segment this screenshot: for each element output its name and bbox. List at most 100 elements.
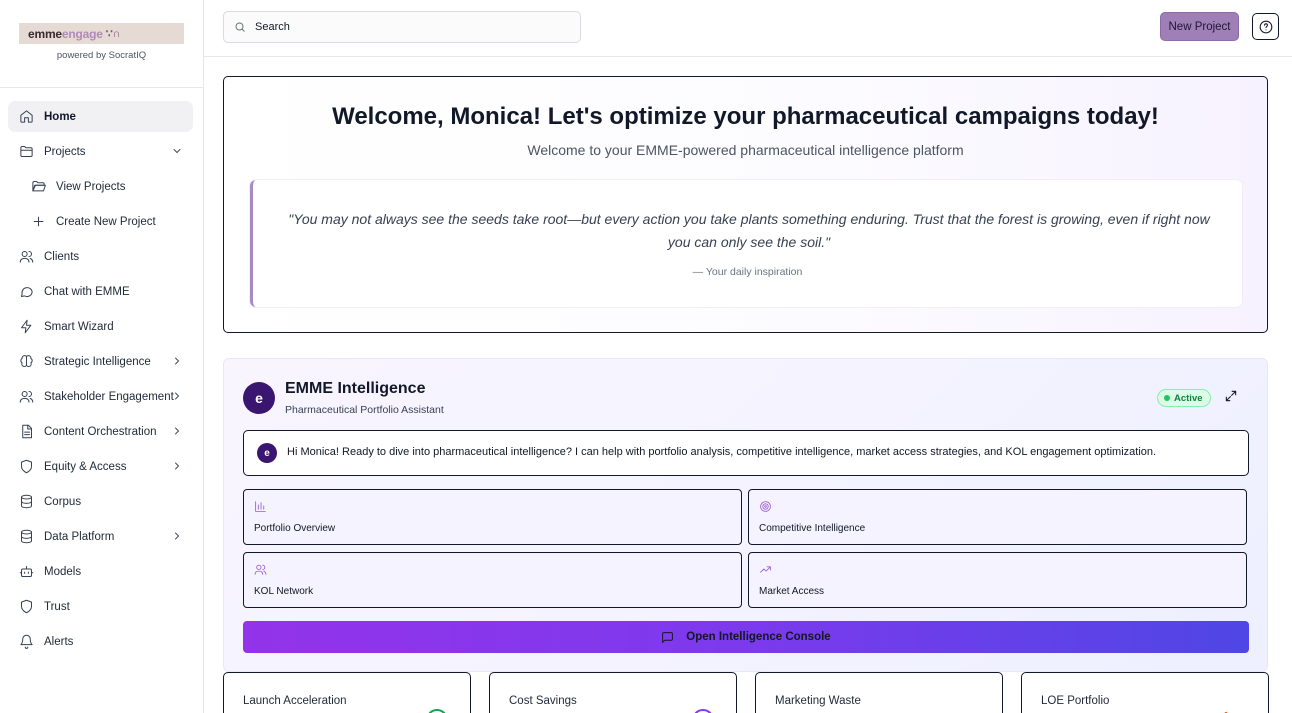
- chat-icon: [662, 631, 674, 643]
- bot-icon: [18, 564, 34, 580]
- chevron-down-icon[interactable]: [171, 145, 183, 157]
- welcome-subtitle: Welcome to your EMME-powered pharmaceuti…: [527, 142, 964, 158]
- folder-icon: [18, 144, 34, 160]
- chevron-right-icon[interactable]: [171, 355, 183, 367]
- home-icon: [18, 109, 34, 125]
- database-icon: [18, 494, 34, 510]
- metric-card-launch-acceleration[interactable]: Launch Acceleration: [223, 672, 471, 713]
- plus-icon: [30, 214, 46, 230]
- tile-label: Competitive Intelligence: [759, 523, 866, 534]
- emme-avatar: e: [243, 382, 275, 414]
- topbar: New Project: [204, 0, 1292, 57]
- logo-mark: ∵∩: [105, 28, 121, 40]
- chevron-right-icon[interactable]: [171, 425, 183, 437]
- sidebar-nav: Home Projects View Projects Create New P…: [0, 88, 203, 657]
- help-icon: [1259, 20, 1272, 33]
- sidebar-item-projects[interactable]: Projects: [8, 136, 193, 167]
- sidebar: emme engage ∵∩ powered by SocratIQ Home …: [0, 0, 204, 713]
- status-dot: [1164, 395, 1170, 401]
- sidebar-item-label: Trust: [44, 600, 70, 613]
- intelligence-subtitle: Pharmaceutical Portfolio Assistant: [285, 404, 444, 416]
- assistant-message: e Hi Monica! Ready to dive into pharmace…: [243, 430, 1249, 476]
- powered-by-text: powered by SocratIQ: [56, 50, 147, 61]
- sidebar-item-chat-with-emme[interactable]: Chat with EMME: [8, 276, 193, 307]
- sidebar-item-home[interactable]: Home: [8, 101, 193, 132]
- users-icon: [254, 563, 268, 577]
- open-intelligence-console-button[interactable]: Open Intelligence Console: [243, 621, 1249, 653]
- metric-label: Marketing Waste: [775, 695, 861, 707]
- search-input[interactable]: [255, 21, 555, 33]
- welcome-title: Welcome, Monica! Let's optimize your pha…: [332, 103, 1159, 130]
- tile-competitive-intelligence[interactable]: Competitive Intelligence: [748, 489, 1247, 545]
- sidebar-item-smart-wizard[interactable]: Smart Wizard: [8, 311, 193, 342]
- sidebar-item-label: Data Platform: [44, 530, 115, 543]
- chat-icon: [18, 284, 34, 300]
- metric-icon: [692, 709, 714, 713]
- logo-area: emme engage ∵∩ powered by SocratIQ: [0, 0, 203, 88]
- help-button[interactable]: [1252, 13, 1279, 40]
- sidebar-item-alerts[interactable]: Alerts: [8, 626, 193, 657]
- chevron-right-icon[interactable]: [171, 460, 183, 472]
- sidebar-item-label: Clients: [44, 250, 80, 263]
- metric-icon: [426, 709, 448, 713]
- metric-card-marketing-waste[interactable]: Marketing Waste: [755, 672, 1003, 713]
- trending-up-icon: [759, 563, 773, 577]
- emme-intelligence-card: e EMME Intelligence Pharmaceutical Portf…: [223, 358, 1268, 672]
- sidebar-item-label: Strategic Intelligence: [44, 355, 151, 368]
- sidebar-item-corpus[interactable]: Corpus: [8, 486, 193, 517]
- sidebar-item-label: Content Orchestration: [44, 425, 157, 438]
- tile-label: Portfolio Overview: [254, 523, 336, 534]
- chevron-right-icon[interactable]: [171, 530, 183, 542]
- search-box[interactable]: [223, 11, 581, 43]
- sidebar-item-label: Models: [44, 565, 82, 578]
- logo-text-engage: engage: [61, 26, 103, 41]
- console-label: Open Intelligence Console: [686, 631, 831, 643]
- sidebar-item-stakeholder-engagement[interactable]: Stakeholder Engagement: [8, 381, 193, 412]
- tile-label: Market Access: [759, 586, 825, 597]
- sidebar-item-trust[interactable]: Trust: [8, 591, 193, 622]
- database-icon: [18, 529, 34, 545]
- bell-icon: [18, 634, 34, 650]
- users-icon: [18, 389, 34, 405]
- sidebar-item-label: View Projects: [56, 180, 126, 193]
- sidebar-item-label: Stakeholder Engagement: [44, 390, 174, 403]
- metric-label: LOE Portfolio: [1041, 695, 1110, 707]
- sidebar-item-view-projects[interactable]: View Projects: [8, 171, 193, 202]
- folder-open-icon: [30, 179, 46, 195]
- brand-logo[interactable]: emme engage ∵∩: [19, 23, 184, 44]
- sidebar-item-data-platform[interactable]: Data Platform: [8, 521, 193, 552]
- intelligence-title: EMME Intelligence: [285, 380, 426, 397]
- sidebar-item-models[interactable]: Models: [8, 556, 193, 587]
- shield-icon: [18, 599, 34, 615]
- welcome-card: Welcome, Monica! Let's optimize your pha…: [223, 76, 1268, 333]
- metric-card-loe-portfolio[interactable]: LOE Portfolio: [1021, 672, 1269, 713]
- search-icon: [235, 22, 245, 32]
- sidebar-item-label: Chat with EMME: [44, 285, 130, 298]
- status-badge: Active: [1157, 389, 1211, 407]
- status-text: Active: [1174, 392, 1203, 404]
- tile-kol-network[interactable]: KOL Network: [243, 552, 742, 608]
- message-text: Hi Monica! Ready to dive into pharmaceut…: [287, 446, 1157, 458]
- chevron-right-icon[interactable]: [171, 390, 183, 402]
- logo-text-emme: emme: [28, 26, 62, 41]
- sidebar-item-equity-access[interactable]: Equity & Access: [8, 451, 193, 482]
- new-project-button[interactable]: New Project: [1160, 12, 1239, 41]
- daily-quote: "You may not always see the seeds take r…: [250, 180, 1242, 307]
- sidebar-item-label: Equity & Access: [44, 460, 127, 473]
- sidebar-item-create-new-project[interactable]: Create New Project: [8, 206, 193, 237]
- tile-portfolio-overview[interactable]: Portfolio Overview: [243, 489, 742, 545]
- expand-icon[interactable]: [1224, 389, 1240, 405]
- sidebar-item-label: Alerts: [44, 635, 74, 648]
- metric-label: Cost Savings: [509, 695, 577, 707]
- metric-card-cost-savings[interactable]: Cost Savings: [489, 672, 737, 713]
- shield-icon: [18, 459, 34, 475]
- sidebar-item-strategic-intelligence[interactable]: Strategic Intelligence: [8, 346, 193, 377]
- metric-label: Launch Acceleration: [243, 695, 347, 707]
- sidebar-item-content-orchestration[interactable]: Content Orchestration: [8, 416, 193, 447]
- tile-label: KOL Network: [254, 586, 314, 597]
- sidebar-item-clients[interactable]: Clients: [8, 241, 193, 272]
- quote-text: "You may not always see the seeds take r…: [288, 211, 1210, 250]
- users-icon: [18, 249, 34, 265]
- app: emme engage ∵∩ powered by SocratIQ Home …: [0, 0, 1292, 713]
- tile-market-access[interactable]: Market Access: [748, 552, 1247, 608]
